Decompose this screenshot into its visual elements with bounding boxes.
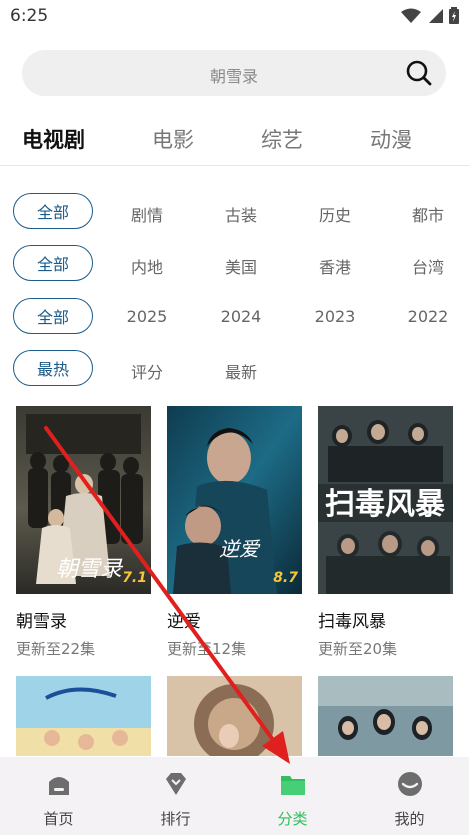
- profile-icon: [398, 772, 422, 796]
- filter-option[interactable]: 香港: [319, 254, 351, 278]
- filter-option[interactable]: 2022: [408, 307, 449, 326]
- show-card[interactable]: [167, 676, 302, 756]
- search-icon[interactable]: [406, 60, 432, 86]
- battery-icon: [449, 7, 459, 24]
- category-tabs: 电视剧 电影 综艺 动漫: [0, 120, 469, 164]
- poster-title-art: 朝雪录: [56, 557, 124, 582]
- filter-option[interactable]: 台湾: [412, 254, 444, 278]
- filter-row-year: 全部 2025 2024 2023 2022: [0, 298, 469, 338]
- show-episodes: 更新至12集: [167, 640, 247, 658]
- filter-option[interactable]: 剧情: [131, 202, 163, 226]
- filter-option[interactable]: 2024: [221, 307, 262, 326]
- tab-movies[interactable]: 电影: [152, 124, 194, 154]
- tabs-divider: [0, 165, 469, 166]
- nav-category[interactable]: 分类: [234, 757, 351, 835]
- nav-ranking-label: 排行: [160, 810, 191, 828]
- filter-option[interactable]: 古装: [225, 202, 257, 226]
- nav-profile-label: 我的: [394, 810, 425, 828]
- ranking-icon: [166, 773, 186, 795]
- nav-profile[interactable]: 我的: [351, 757, 468, 835]
- show-poster[interactable]: 扫毒风暴: [318, 406, 453, 594]
- filter-row-genre: 全部 剧情 古装 历史 都市: [0, 193, 469, 233]
- home-icon: [49, 777, 69, 795]
- poster-title-art: 扫毒风暴: [325, 487, 446, 522]
- show-card[interactable]: [16, 676, 151, 756]
- filter-option[interactable]: 都市: [412, 202, 444, 226]
- search-placeholder: 朝雪录: [209, 67, 258, 86]
- show-title[interactable]: 朝雪录: [16, 607, 67, 632]
- tab-anime[interactable]: 动漫: [370, 124, 412, 154]
- show-episodes: 更新至22集: [16, 640, 96, 658]
- show-poster[interactable]: 逆爱 8.7: [167, 406, 302, 594]
- nav-category-label: 分类: [277, 810, 308, 828]
- tab-variety[interactable]: 综艺: [261, 124, 303, 154]
- show-title[interactable]: 逆爱: [167, 607, 201, 632]
- wifi-icon: [401, 8, 421, 23]
- filter-option[interactable]: 美国: [225, 254, 257, 278]
- filter-option[interactable]: 2023: [315, 307, 356, 326]
- poster-title-art: 逆爱: [219, 537, 261, 561]
- nav-ranking[interactable]: 排行: [117, 757, 234, 835]
- filter-option[interactable]: 历史: [319, 202, 351, 226]
- signal-icon: [429, 8, 443, 23]
- show-title[interactable]: 扫毒风暴: [318, 607, 386, 632]
- status-time: 6:25: [10, 6, 49, 26]
- filter-option[interactable]: 2025: [127, 307, 168, 326]
- filter-row-sort: 最热 评分 最新: [0, 350, 469, 390]
- show-episodes: 更新至20集: [318, 640, 398, 658]
- filter-sort-hottest[interactable]: 最热: [13, 350, 93, 386]
- filter-genre-all[interactable]: 全部: [13, 193, 93, 229]
- filter-row-region: 全部 内地 美国 香港 台湾: [0, 245, 469, 285]
- status-bar: 6:25: [0, 0, 469, 34]
- tab-tv-series[interactable]: 电视剧: [22, 124, 85, 154]
- rating-badge: 7.1: [122, 570, 147, 586]
- bottom-nav: 首页 排行 分类 我的: [0, 757, 469, 835]
- rating-badge: 8.7: [273, 570, 298, 586]
- search-bar[interactable]: 朝雪录: [22, 50, 446, 96]
- folder-icon: [281, 776, 305, 795]
- filter-option[interactable]: 最新: [225, 359, 257, 383]
- filter-option[interactable]: 内地: [131, 254, 163, 278]
- filter-year-all[interactable]: 全部: [13, 298, 93, 334]
- filter-region-all[interactable]: 全部: [13, 245, 93, 281]
- filter-option[interactable]: 评分: [131, 359, 163, 383]
- show-poster[interactable]: 朝雪录 7.1: [16, 406, 151, 594]
- nav-home-label: 首页: [43, 810, 74, 828]
- show-card[interactable]: [318, 676, 453, 756]
- nav-home[interactable]: 首页: [0, 757, 117, 835]
